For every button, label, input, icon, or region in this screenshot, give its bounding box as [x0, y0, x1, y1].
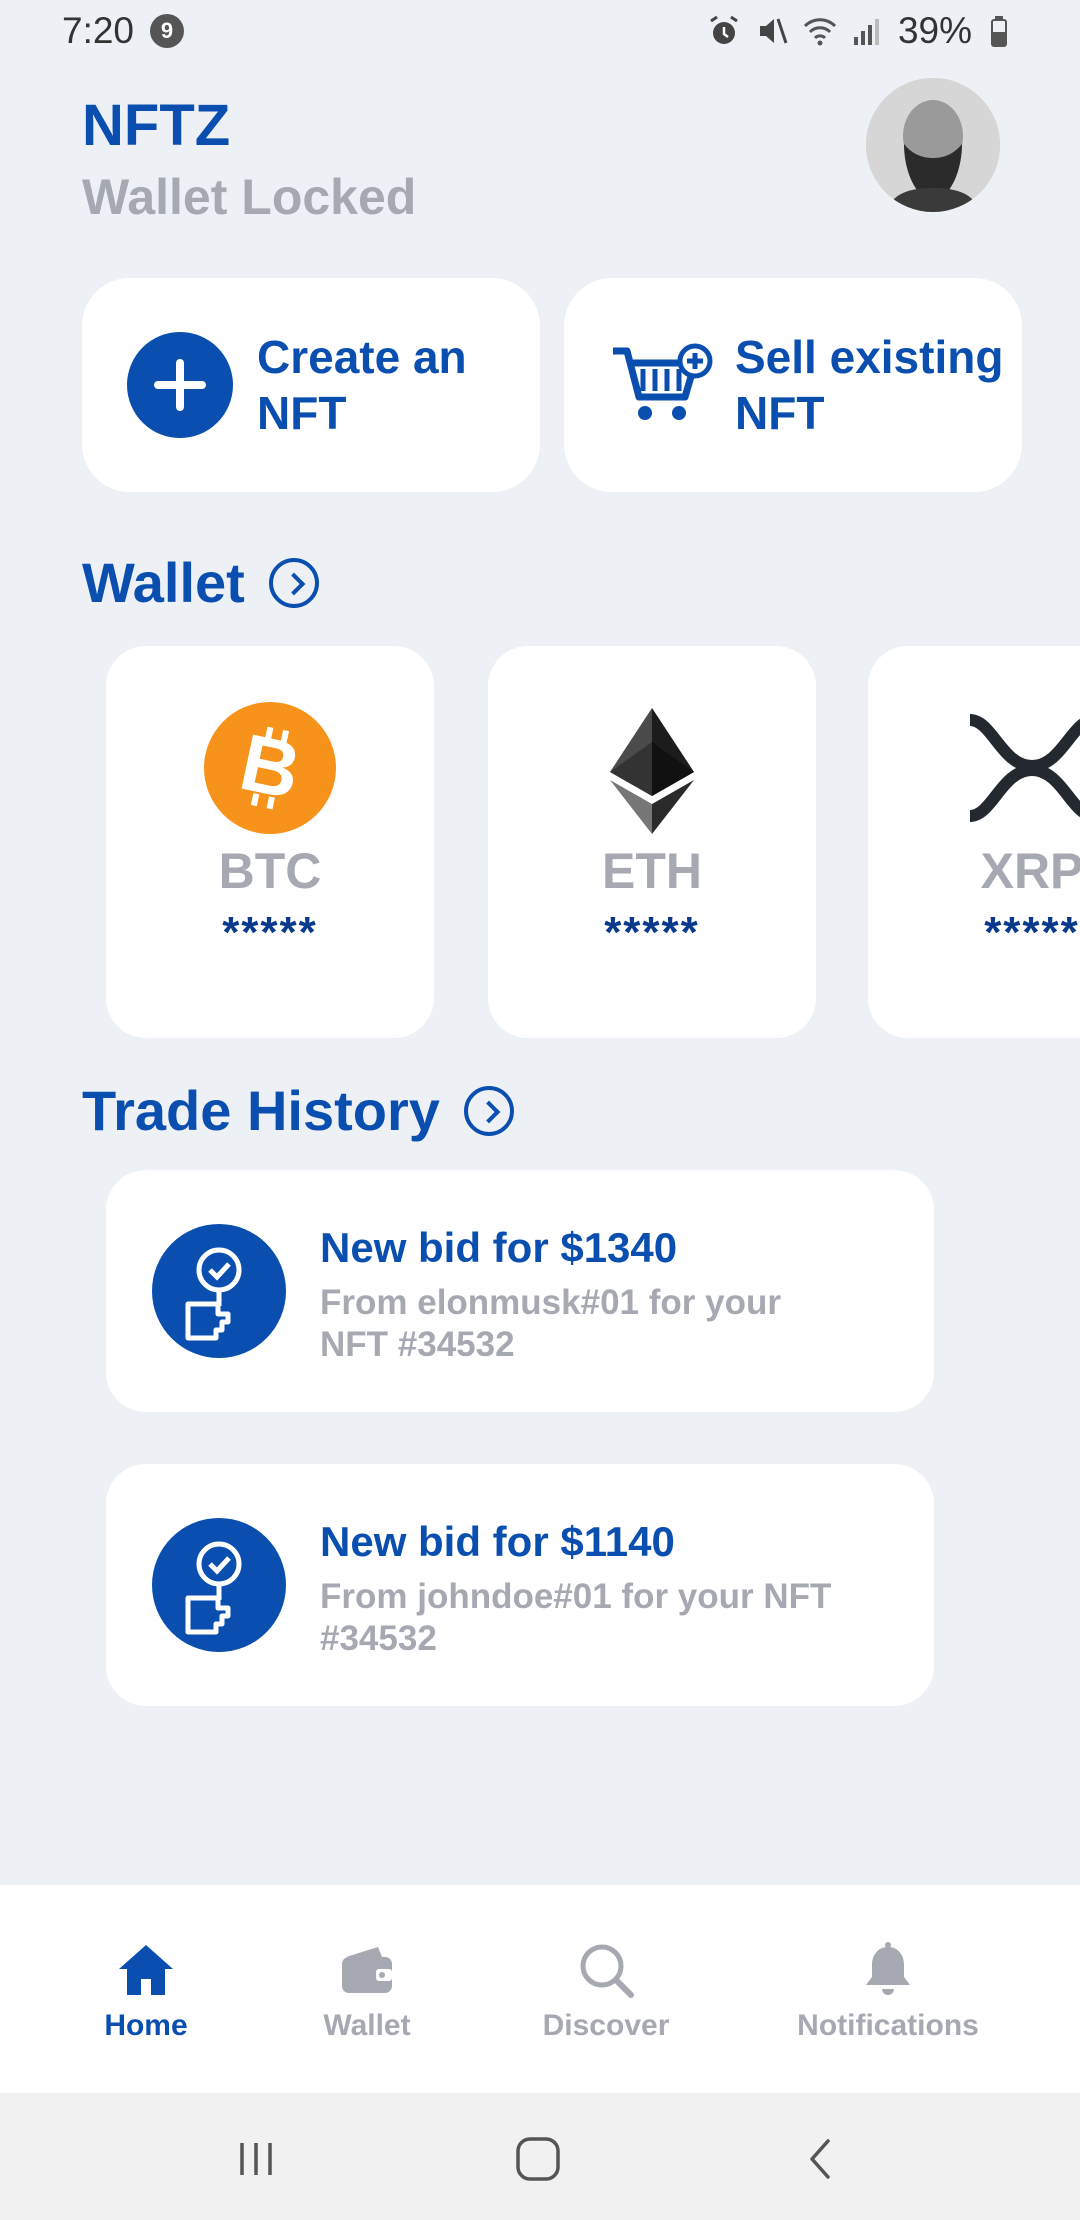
trade-history-title: Trade History	[82, 1079, 440, 1142]
trade-title: New bid for $1140	[320, 1518, 675, 1565]
ethereum-icon	[610, 708, 694, 834]
coin-balance: *****	[222, 908, 318, 957]
avatar-image	[866, 78, 1000, 212]
trade-title: New bid for $1340	[320, 1224, 678, 1271]
chevron-right-icon	[463, 1085, 514, 1136]
search-icon	[580, 1944, 634, 1998]
status-time: 7:20	[62, 10, 135, 51]
avatar[interactable]	[866, 78, 1000, 212]
coin-balance: *****	[604, 908, 700, 957]
create-nft-label: Create an NFT	[257, 331, 467, 439]
wallet-icon	[342, 1947, 392, 1993]
trade-item[interactable]: New bid for $1340 From elonmusk#01 for y…	[106, 1170, 934, 1412]
bell-icon	[866, 1942, 910, 1995]
sell-nft-label: Sell existing NFT	[735, 331, 1004, 439]
nav-discover[interactable]: Discover	[496, 1941, 716, 2043]
mute-icon	[759, 18, 788, 44]
status-bar: 7:20 9 39%	[0, 0, 1080, 64]
xrp-icon	[968, 714, 1080, 822]
recent-apps-icon[interactable]	[234, 2135, 282, 2183]
coin-symbol: XRP	[980, 843, 1080, 899]
wallet-section-title: Wallet	[82, 551, 245, 614]
bitcoin-icon: B	[204, 702, 336, 834]
nav-notifications[interactable]: Notifications	[778, 1941, 998, 2043]
create-nft-button[interactable]: Create an NFT	[82, 278, 540, 492]
system-nav-bar	[0, 2093, 1080, 2220]
nav-notifications-label: Notifications	[797, 2009, 979, 2042]
coin-card-xrp[interactable]: XRP *****	[868, 646, 1080, 1038]
coin-symbol: ETH	[602, 843, 702, 899]
back-icon[interactable]	[798, 2135, 846, 2183]
nav-home[interactable]: Home	[36, 1941, 256, 2043]
coin-symbol: BTC	[218, 843, 322, 899]
bid-hand-icon	[152, 1224, 286, 1358]
nav-home-label: Home	[104, 2009, 188, 2042]
chevron-right-icon	[268, 557, 319, 608]
wifi-icon	[803, 18, 837, 46]
cart-plus-icon	[613, 343, 713, 420]
home-button-icon[interactable]	[514, 2135, 562, 2183]
app-title: NFTZ	[82, 93, 231, 158]
trade-description: From elonmusk#01 for your NFT #34532	[320, 1283, 781, 1364]
coin-card-eth[interactable]: ETH *****	[488, 646, 816, 1038]
home-icon	[119, 1945, 173, 1995]
wallet-status: Wallet Locked	[82, 169, 417, 225]
signal-icon	[853, 19, 879, 45]
trade-history-section-header[interactable]: Trade History	[82, 1078, 514, 1143]
nav-wallet[interactable]: Wallet	[257, 1941, 477, 2043]
wallet-section-header[interactable]: Wallet	[82, 550, 319, 615]
nav-discover-label: Discover	[542, 2009, 670, 2042]
bottom-nav: Home Wallet Discover Notifications	[0, 1885, 1080, 2093]
trade-item[interactable]: New bid for $1140 From johndoe#01 for yo…	[106, 1464, 934, 1706]
bid-hand-icon	[152, 1518, 286, 1652]
sell-nft-button[interactable]: Sell existing NFT	[564, 278, 1022, 492]
notification-count-badge: 9	[150, 14, 184, 48]
plus-icon	[127, 332, 233, 438]
coin-balance: *****	[984, 908, 1080, 957]
battery-icon	[991, 16, 1007, 47]
alarm-icon	[710, 15, 738, 44]
trade-description: From johndoe#01 for your NFT #34532	[320, 1577, 832, 1658]
coin-card-btc[interactable]: B BTC *****	[106, 646, 434, 1038]
battery-text: 39%	[897, 10, 972, 51]
status-icons: 39%	[706, 10, 1020, 52]
nav-wallet-label: Wallet	[323, 2009, 411, 2042]
